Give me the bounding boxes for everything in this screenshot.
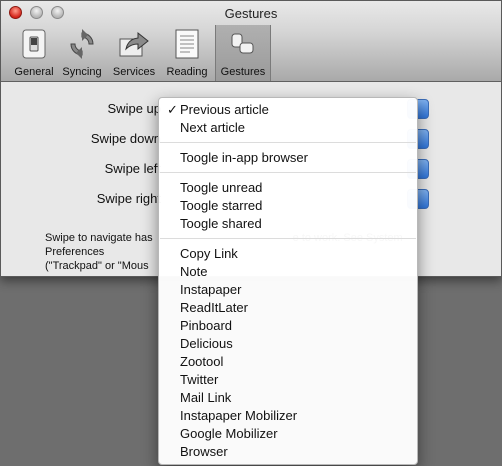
menu-item-zootool[interactable]: Zootool <box>180 353 223 371</box>
menu-item-toggle-browser[interactable]: Toogle in-app browser <box>180 149 308 167</box>
menu-item-readitlater[interactable]: ReadItLater <box>180 299 248 317</box>
help-text-line1: Swipe to navigate has <box>45 232 153 244</box>
menu-item-pinboard[interactable]: Pinboard <box>180 317 232 335</box>
swipe-down-label: Swipe down <box>90 131 161 146</box>
checkmark-icon: ✓ <box>167 102 178 117</box>
menu-item-next-article[interactable]: Next article <box>180 119 245 137</box>
menu-separator <box>160 238 416 239</box>
menu-item-instapaper-mobilizer[interactable]: Instapaper Mobilizer <box>180 407 297 425</box>
window-title: Gestures <box>224 6 278 21</box>
menu-item-mail-link[interactable]: Mail Link <box>180 389 231 407</box>
menu-separator <box>160 172 416 173</box>
switch-icon <box>18 28 50 60</box>
tab-label: General <box>14 66 54 78</box>
document-icon <box>171 28 203 60</box>
tab-label: Gestures <box>220 66 266 78</box>
sync-icon <box>66 28 98 60</box>
menu-item-toggle-shared[interactable]: Toogle shared <box>180 215 262 233</box>
tab-services[interactable]: Services <box>109 28 159 78</box>
gesture-icon <box>227 28 259 60</box>
tab-syncing[interactable]: Syncing <box>57 28 107 78</box>
menu-item-instapaper[interactable]: Instapaper <box>180 281 241 299</box>
tab-label: Syncing <box>62 66 102 78</box>
gesture-action-menu: ✓ Previous article Next article Toogle i… <box>158 97 418 465</box>
tab-label: Services <box>112 66 156 78</box>
swipe-up-label: Swipe up <box>107 101 161 116</box>
menu-item-copy-link[interactable]: Copy Link <box>180 245 238 263</box>
tab-gestures[interactable]: Gestures <box>215 25 271 81</box>
menu-item-google-mobilizer[interactable]: Google Mobilizer <box>180 425 278 443</box>
tab-label: Reading <box>166 66 208 78</box>
menu-item-twitter[interactable]: Twitter <box>180 371 218 389</box>
menu-item-toggle-unread[interactable]: Toogle unread <box>180 179 262 197</box>
help-text-line2: ("Trackpad" or "Mous <box>45 260 149 272</box>
swipe-right-label: Swipe right <box>96 191 161 206</box>
menu-item-previous-article[interactable]: Previous article <box>180 101 269 119</box>
share-icon <box>118 28 150 60</box>
tab-general[interactable]: General <box>9 28 59 78</box>
menu-item-toggle-starred[interactable]: Toogle starred <box>180 197 262 215</box>
title-bar: Gestures General Syncing Services Readin… <box>1 1 501 82</box>
menu-item-browser[interactable]: Browser <box>180 443 228 461</box>
tab-reading[interactable]: Reading <box>162 28 212 78</box>
menu-item-note[interactable]: Note <box>180 263 207 281</box>
menu-item-delicious[interactable]: Delicious <box>180 335 233 353</box>
menu-separator <box>160 142 416 143</box>
swipe-left-label: Swipe left <box>104 161 161 176</box>
